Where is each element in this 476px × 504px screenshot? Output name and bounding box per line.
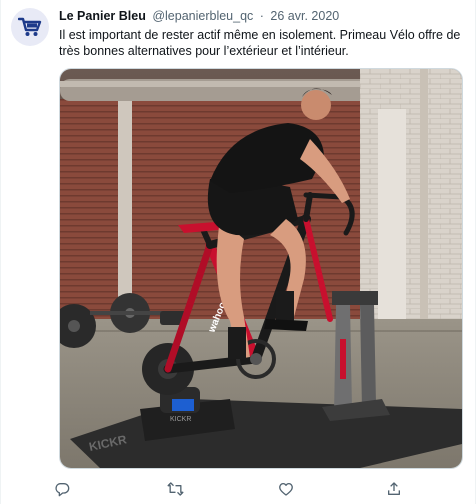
tweet-text-line: très bonnes alternatives pour l’extérieu… [59,44,349,58]
tweet-header: Le Panier Bleu @lepanierbleu_qc · 26 avr… [59,8,463,24]
tweet-actions [51,478,461,500]
trainer-model-label: KICKR [170,416,191,423]
shopping-cart-icon [18,17,42,36]
separator-dot: · [259,9,264,23]
share-button[interactable] [383,478,405,500]
tweet-date[interactable]: 26 avr. 2020 [270,9,339,23]
reply-icon [55,483,70,497]
tweet-photo[interactable]: KICKR KICKR wahoo [59,68,463,469]
reply-button[interactable] [51,478,73,500]
author-handle[interactable]: @lepanierbleu_qc [152,9,253,23]
retweet-icon [167,482,183,496]
share-icon [388,482,400,495]
heart-icon [279,482,293,496]
like-button[interactable] [275,478,297,500]
tweet-card: Le Panier Bleu @lepanierbleu_qc · 26 avr… [0,0,476,504]
author-name[interactable]: Le Panier Bleu [59,9,146,23]
tweet-text: Il est important de rester actif même en… [59,27,463,59]
retweet-button[interactable] [164,478,186,500]
author-avatar[interactable] [11,8,49,46]
tweet-text-line: Il est important de rester actif même en… [59,28,461,42]
